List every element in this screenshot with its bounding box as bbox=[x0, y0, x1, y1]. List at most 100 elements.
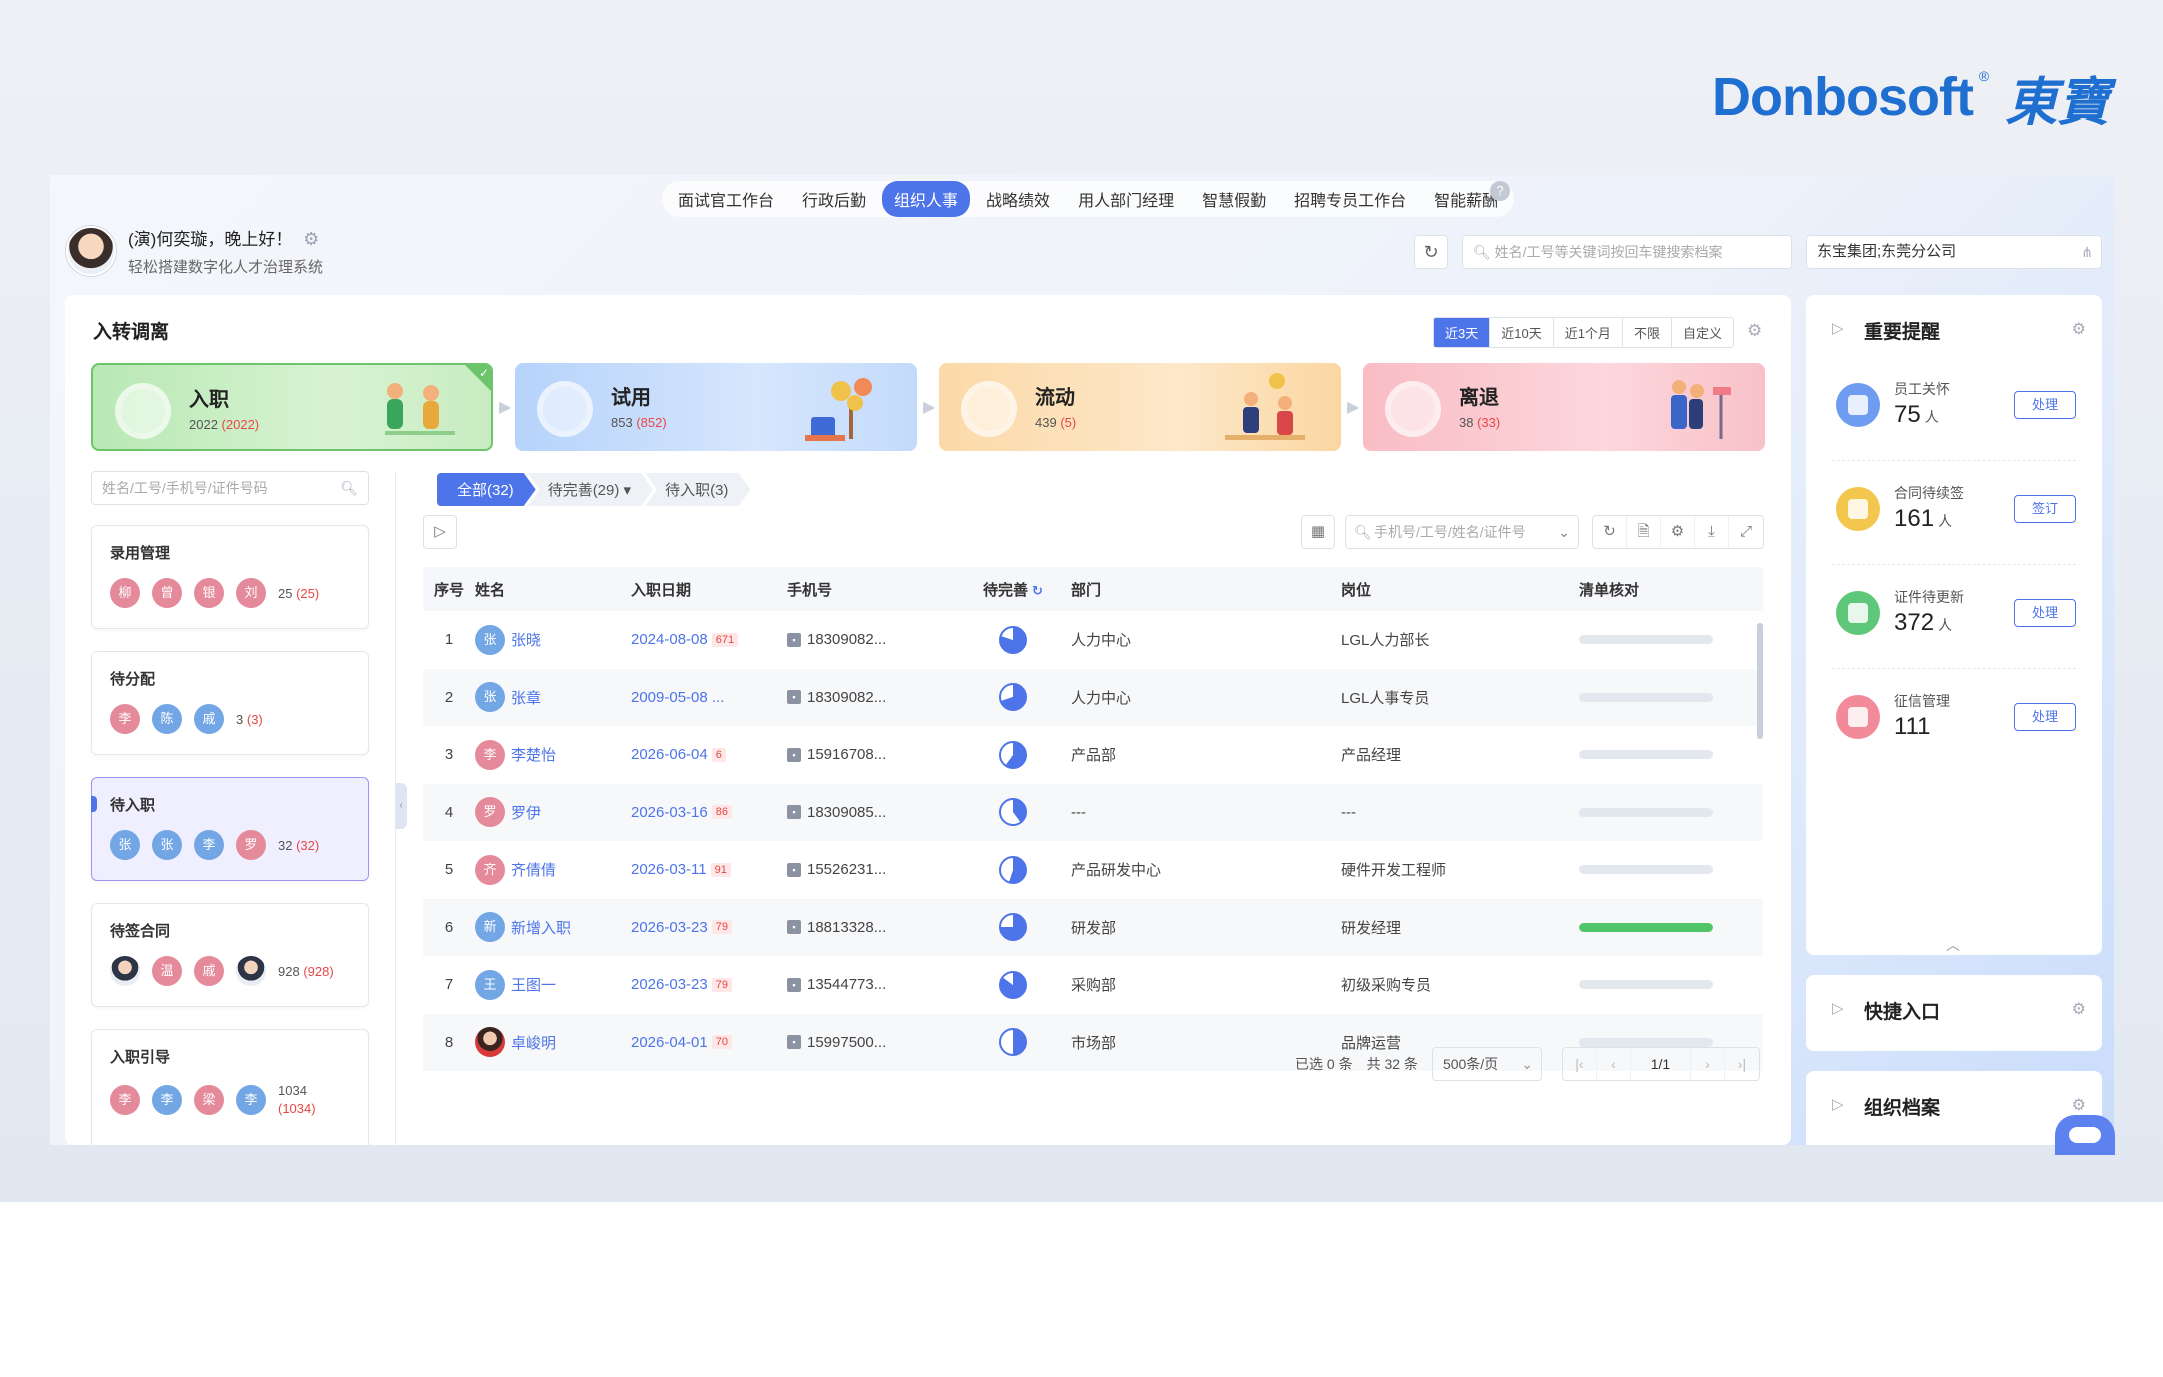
last-page-button[interactable]: ›| bbox=[1725, 1048, 1759, 1080]
range-settings-gear-icon[interactable]: ⚙ bbox=[1747, 321, 1762, 341]
range-option-active[interactable]: 近3天 bbox=[1434, 318, 1491, 347]
grid-view-button[interactable]: ▦ bbox=[1301, 515, 1335, 549]
range-option[interactable]: 不限 bbox=[1622, 318, 1672, 347]
employee-name-link[interactable]: 卓峻明 bbox=[511, 1032, 556, 1053]
employee-name-link[interactable]: 李楚怡 bbox=[511, 744, 556, 765]
reminder-action-button[interactable]: 处理 bbox=[2014, 391, 2076, 419]
onboard-user-icon bbox=[115, 383, 171, 439]
departure-illustration bbox=[1671, 380, 1731, 439]
employee-name-link[interactable]: 罗伊 bbox=[511, 802, 541, 823]
expand-icon[interactable]: ▷ bbox=[1832, 319, 1844, 337]
help-icon[interactable]: ? bbox=[1490, 181, 1510, 201]
progress-pie-icon[interactable] bbox=[999, 625, 1027, 654]
category-card-unassigned[interactable]: 待分配 李 陈 戚 3 (3) bbox=[91, 651, 369, 755]
filter-tab-all[interactable]: 全部(32) bbox=[437, 473, 536, 506]
expand-icon[interactable]: ▷ bbox=[1832, 1095, 1844, 1113]
settings-gear-icon[interactable]: ⚙ bbox=[2072, 999, 2086, 1019]
range-option[interactable]: 近1个月 bbox=[1553, 318, 1623, 347]
table-row[interactable]: 2 张张章 2009-05-08 ... ▪ 18309082... 人力中心 LGL人事专… bbox=[423, 668, 1763, 726]
progress-pie-icon[interactable] bbox=[999, 855, 1027, 884]
department-cell: 采购部 bbox=[1071, 977, 1117, 995]
settings-gear-icon[interactable]: ⚙ bbox=[303, 229, 319, 249]
settings-gear-icon[interactable]: ⚙ bbox=[2072, 319, 2086, 339]
range-option[interactable]: 自定义 bbox=[1671, 318, 1733, 347]
table-row[interactable]: 5 齐齐倩倩 2026-03-11 91 ▪ 15526231... 产品研发中心 硬件开发工… bbox=[423, 841, 1763, 899]
category-card-guide[interactable]: 入职引导 李 李 梁 李 1034 (1034) bbox=[91, 1029, 369, 1145]
progress-pie-icon[interactable] bbox=[999, 970, 1027, 999]
nav-item[interactable]: 招聘专员工作台 bbox=[1282, 181, 1418, 217]
nav-item[interactable]: 用人部门经理 bbox=[1066, 181, 1186, 217]
filter-tab-pending[interactable]: 待入职(3) bbox=[645, 473, 750, 506]
progress-pie-icon[interactable] bbox=[999, 1028, 1027, 1057]
table-scrollbar[interactable] bbox=[1757, 623, 1763, 739]
avatar: 李 bbox=[236, 1085, 266, 1115]
incomplete-cell bbox=[963, 798, 1063, 827]
table-row[interactable]: 3 李李楚怡 2026-06-04 6 ▪ 15916708... 产品部 产品经理 bbox=[423, 726, 1763, 784]
table-row[interactable]: 4 罗罗伊 2026-03-16 86 ▪ 18309085... --- --- bbox=[423, 783, 1763, 841]
download-icon[interactable]: ⤓ bbox=[1695, 516, 1729, 548]
nav-item-active[interactable]: 组织人事 bbox=[882, 181, 971, 217]
page-size-select[interactable]: 500条/页 ⌄ bbox=[1431, 1047, 1542, 1081]
org-selector[interactable]: 东宝集团;东莞分公司 ⋔ bbox=[1806, 235, 2102, 269]
chevron-up-icon[interactable]: ︿ bbox=[1946, 935, 1960, 955]
stage-card-transfer[interactable]: 流动 439 (5) bbox=[939, 363, 1341, 451]
stage-card-onboard[interactable]: 入职 2022 (2022) ✓ bbox=[91, 363, 493, 451]
refresh-icon[interactable]: ↻ bbox=[1593, 516, 1627, 548]
progress-pie-icon[interactable] bbox=[999, 740, 1027, 769]
first-page-button[interactable]: |‹ bbox=[1563, 1048, 1597, 1080]
phone-cell: ▪ 18813328... bbox=[787, 919, 963, 936]
category-card-contract[interactable]: 待签合同 温 戚 928 (928) bbox=[91, 903, 369, 1007]
expand-panel-button[interactable]: ▷ bbox=[423, 515, 457, 549]
category-card-pending-onboard[interactable]: 待入职 张 张 李 罗 32 (32) bbox=[91, 777, 369, 881]
progress-pie-icon[interactable] bbox=[999, 798, 1027, 827]
filter-tab-incomplete[interactable]: 待完善(29) ▾ bbox=[528, 473, 653, 506]
position-cell: 硬件开发工程师 bbox=[1341, 862, 1447, 880]
avatar: 李 bbox=[475, 739, 505, 770]
category-title: 待入职 bbox=[110, 797, 156, 814]
filter-tab-incomplete-label: 待完善(29) bbox=[547, 482, 620, 499]
stage-card-probation[interactable]: 试用 853 (852) bbox=[515, 363, 917, 451]
expand-icon[interactable]: ▷ bbox=[1832, 999, 1844, 1017]
settings-gear-icon[interactable]: ⚙ bbox=[2072, 1095, 2086, 1115]
nav-item[interactable]: 面试官工作台 bbox=[666, 181, 786, 217]
nav-item[interactable]: 战略绩效 bbox=[974, 181, 1062, 217]
onboard-date: 2026-03-23 bbox=[631, 976, 708, 994]
stage-arrow-icon: ▶ bbox=[1347, 399, 1360, 416]
stage-card-departure[interactable]: 离退 38 (33) bbox=[1363, 363, 1765, 451]
table-row[interactable]: 1 张张晓 2024-08-08 671 ▪ 18309082... 人力中心 LGL人力部长 bbox=[423, 611, 1763, 669]
settings-gear-icon[interactable]: ⚙ bbox=[1661, 516, 1695, 548]
refresh-icon[interactable]: ↻ bbox=[1032, 583, 1043, 598]
date-cell: 2024-08-08 671 bbox=[631, 631, 787, 648]
progress-pie-icon[interactable] bbox=[999, 683, 1027, 712]
export-file-icon[interactable]: 🗎︎ bbox=[1627, 516, 1661, 548]
reminder-action-button[interactable]: 签订 bbox=[2014, 495, 2076, 523]
column-header: 部门 bbox=[1071, 581, 1102, 599]
reminder-action-button[interactable]: 处理 bbox=[2014, 703, 2076, 731]
employee-name-link[interactable]: 齐倩倩 bbox=[511, 859, 556, 880]
collapse-sidebar-handle[interactable]: ‹ bbox=[395, 783, 407, 829]
employee-name-link[interactable]: 王图一 bbox=[511, 974, 556, 995]
prev-page-button[interactable]: ‹ bbox=[1597, 1048, 1631, 1080]
next-page-button[interactable]: › bbox=[1691, 1048, 1725, 1080]
reminder-action-button[interactable]: 处理 bbox=[2014, 599, 2076, 627]
user-avatar[interactable] bbox=[66, 226, 116, 276]
side-search-input[interactable]: 姓名/工号/手机号/证件号码 🔍︎ bbox=[91, 471, 369, 505]
category-card-hiring[interactable]: 录用管理 柳 曾 银 刘 25 (25) bbox=[91, 525, 369, 629]
refresh-button[interactable]: ↻ bbox=[1414, 235, 1448, 269]
global-search-input[interactable]: 🔍︎ 姓名/工号等关键词按回车键搜索档案 bbox=[1462, 235, 1792, 269]
nav-item[interactable]: 智慧假勤 bbox=[1190, 181, 1278, 217]
range-option[interactable]: 近10天 bbox=[1490, 318, 1554, 347]
table-row[interactable]: 7 王王图一 2026-03-23 79 ▪ 13544773... 采购部 初级采购专员 bbox=[423, 956, 1763, 1014]
onboard-date: 2026-04-01 bbox=[631, 1033, 708, 1051]
checklist-cell bbox=[1575, 865, 1755, 875]
fullscreen-icon[interactable]: ⤢ bbox=[1729, 516, 1763, 548]
table-row[interactable]: 6 新新增入职 2026-03-23 79 ▪ 18813328... 研发部 研发经理 bbox=[423, 898, 1763, 956]
table-search-input[interactable]: 🔍︎ 手机号/工号/姓名/证件号 ⌄ bbox=[1345, 515, 1579, 549]
employee-name-link[interactable]: 新增入职 bbox=[511, 917, 571, 938]
progress-pie-icon[interactable] bbox=[999, 913, 1027, 942]
phone-number: 18309082... bbox=[807, 631, 887, 649]
assistant-robot-icon[interactable] bbox=[2055, 1115, 2115, 1155]
employee-name-link[interactable]: 张章 bbox=[511, 687, 541, 708]
nav-item[interactable]: 行政后勤 bbox=[790, 181, 878, 217]
employee-name-link[interactable]: 张晓 bbox=[511, 629, 541, 650]
